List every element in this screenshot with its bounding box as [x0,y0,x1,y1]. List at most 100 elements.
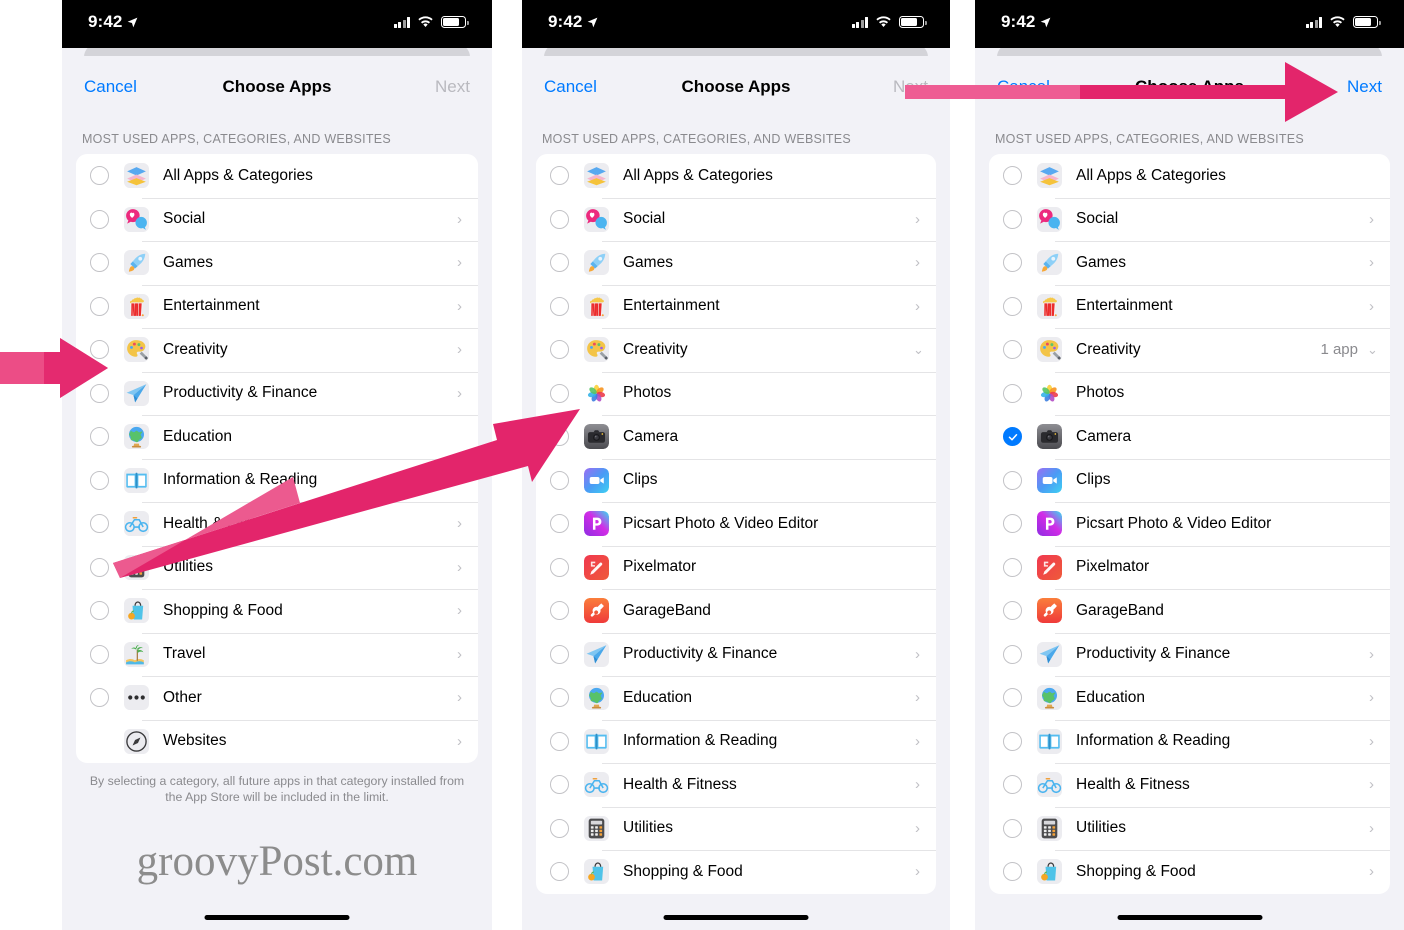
row-radio-unchecked[interactable] [90,427,109,447]
list-item[interactable]: Entertainment › [989,284,1390,329]
list-item[interactable]: Creativity › [76,328,478,372]
list-item[interactable]: Creativity 1 app ⌄ [989,328,1390,372]
list-item[interactable]: Health & Fitness › [536,763,936,807]
list-item[interactable]: Information & Reading › [536,719,936,764]
row-radio-unchecked[interactable] [550,383,569,403]
row-radio-unchecked[interactable] [550,557,569,577]
row-radio-unchecked[interactable] [550,470,569,490]
row-radio-unchecked[interactable] [90,557,109,577]
list-item[interactable]: All Apps & Categories [76,154,478,198]
list-item[interactable]: Picsart Photo & Video Editor [989,502,1390,546]
list-item[interactable]: Health & Fitness › [989,763,1390,807]
row-radio-unchecked[interactable] [550,514,569,534]
row-radio-unchecked[interactable] [1003,644,1022,664]
list-item[interactable]: Games › [76,241,478,285]
row-radio-unchecked[interactable] [550,340,569,360]
row-radio-unchecked[interactable] [1003,340,1022,360]
list-item[interactable]: Games › [536,241,936,285]
list-item[interactable]: GarageBand [989,589,1390,633]
list-item[interactable]: Education › [536,676,936,720]
list-item[interactable]: Productivity & Finance › [536,632,936,677]
list-item[interactable]: Travel › [76,632,478,677]
row-radio-unchecked[interactable] [550,601,569,621]
row-radio-unchecked[interactable] [1003,514,1022,534]
row-radio-checked[interactable] [1003,427,1022,447]
row-radio-unchecked[interactable] [1003,688,1022,708]
list-item[interactable]: Clips [989,458,1390,503]
row-radio-unchecked[interactable] [550,731,569,751]
row-radio-unchecked[interactable] [550,644,569,664]
row-radio-unchecked[interactable] [90,209,109,229]
cancel-button[interactable]: Cancel [84,77,137,97]
row-radio-unchecked[interactable] [90,470,109,490]
list-item[interactable]: Information & Reading › [76,458,478,503]
list-item[interactable]: GarageBand [536,589,936,633]
list-item[interactable]: Clips [536,458,936,503]
list-item[interactable]: Education › [989,676,1390,720]
cancel-button[interactable]: Cancel [544,77,597,97]
row-radio-unchecked[interactable] [550,818,569,838]
row-radio-unchecked[interactable] [90,340,109,360]
next-button[interactable]: Next [435,77,470,97]
list-item[interactable]: Education [76,415,478,459]
list-item[interactable]: Games › [989,241,1390,285]
list-item[interactable]: Shopping & Food › [989,850,1390,894]
row-radio-unchecked[interactable] [90,383,109,403]
row-radio-unchecked[interactable] [550,166,569,186]
row-radio-unchecked[interactable] [90,514,109,534]
next-button[interactable]: Next [893,77,928,97]
list-item[interactable]: Websites › [76,719,478,764]
list-item[interactable]: Shopping & Food › [536,850,936,894]
list-item[interactable]: Picsart Photo & Video Editor [536,502,936,546]
list-item[interactable]: All Apps & Categories [989,154,1390,198]
row-radio-unchecked[interactable] [1003,601,1022,621]
row-radio-unchecked[interactable] [1003,253,1022,273]
row-radio-unchecked[interactable] [1003,818,1022,838]
row-radio-unchecked[interactable] [90,296,109,316]
row-radio-unchecked[interactable] [90,688,109,708]
list-item[interactable]: All Apps & Categories [536,154,936,198]
list-item[interactable]: Camera [536,415,936,459]
list-item[interactable]: Camera [989,415,1390,459]
row-radio-unchecked[interactable] [1003,862,1022,882]
list-item[interactable]: Utilities › [536,806,936,851]
cancel-button[interactable]: Cancel [997,77,1050,97]
list-item[interactable]: Other › [76,676,478,720]
list-item[interactable]: Productivity & Finance › [76,371,478,416]
row-radio-unchecked[interactable] [1003,557,1022,577]
row-radio-unchecked[interactable] [90,644,109,664]
row-radio-unchecked[interactable] [1003,470,1022,490]
row-radio-unchecked[interactable] [550,688,569,708]
row-radio-unchecked[interactable] [1003,209,1022,229]
row-radio-unchecked[interactable] [1003,731,1022,751]
list-item[interactable]: Social › [989,197,1390,242]
list-item[interactable]: Health & Fitness › [76,502,478,546]
list-item[interactable]: Utilities › [76,545,478,590]
row-radio-unchecked[interactable] [1003,166,1022,186]
list-item[interactable]: Productivity & Finance › [989,632,1390,677]
next-button[interactable]: Next [1347,77,1382,97]
row-radio-unchecked[interactable] [550,296,569,316]
row-radio-unchecked[interactable] [1003,383,1022,403]
row-radio-unchecked[interactable] [550,209,569,229]
row-radio-unchecked[interactable] [550,862,569,882]
row-radio-unchecked[interactable] [90,253,109,273]
list-item[interactable]: Social › [76,197,478,242]
list-item[interactable]: Entertainment › [536,284,936,329]
list-item[interactable]: Photos [536,371,936,416]
list-item[interactable]: Social › [536,197,936,242]
row-radio-unchecked[interactable] [550,775,569,795]
list-item[interactable]: Utilities › [989,806,1390,851]
row-radio-unchecked[interactable] [1003,775,1022,795]
row-radio-unchecked[interactable] [90,601,109,621]
list-item[interactable]: Shopping & Food › [76,589,478,633]
list-item[interactable]: Pixelmator [989,545,1390,590]
list-item[interactable]: Photos [989,371,1390,416]
row-radio-unchecked[interactable] [550,427,569,447]
list-item[interactable]: Entertainment › [76,284,478,329]
row-radio-unchecked[interactable] [550,253,569,273]
list-item[interactable]: Creativity ⌄ [536,328,936,372]
list-item[interactable]: Pixelmator [536,545,936,590]
row-radio-unchecked[interactable] [90,166,109,186]
row-radio-unchecked[interactable] [1003,296,1022,316]
